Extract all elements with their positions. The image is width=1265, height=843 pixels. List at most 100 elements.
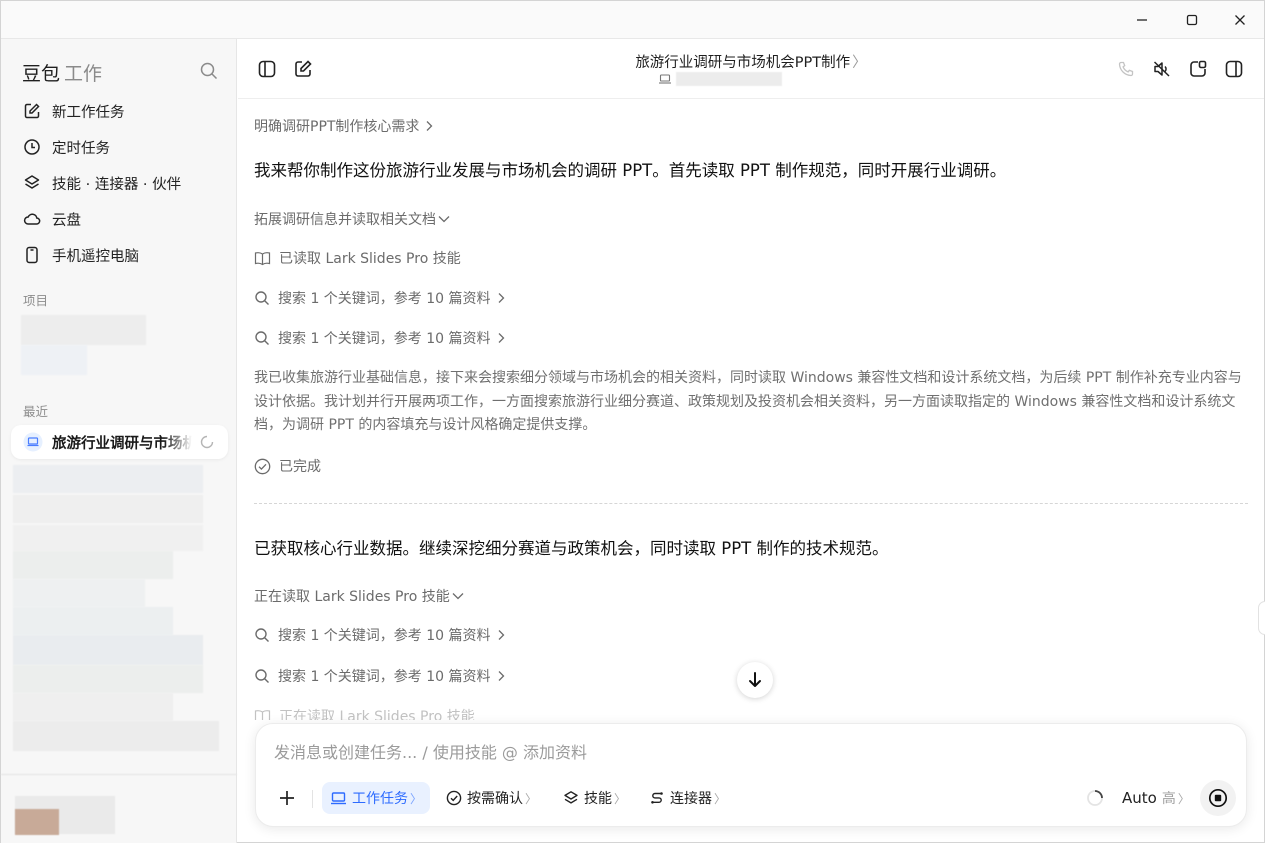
group-title-text: 拓展调研信息并读取相关文档	[254, 212, 436, 228]
brand-name: 豆包	[22, 63, 61, 85]
chevron-right-icon: 〉	[1177, 791, 1190, 806]
recent-item-active[interactable]: 旅游行业调研与市场机会PPT制作	[11, 425, 228, 459]
group-header[interactable]: 拓展调研信息并读取相关文档	[254, 209, 459, 229]
search-icon	[255, 291, 269, 305]
assistant-message: 我来帮你制作这份旅游行业发展与市场机会的调研 PPT。首先读取 PPT 制作规范…	[254, 161, 1007, 180]
blurred-project[interactable]	[21, 345, 87, 375]
blurred-recent[interactable]	[13, 635, 203, 665]
work-task-button[interactable]: 工作任务〉	[322, 782, 431, 814]
sidebar-item-skills[interactable]: 技能 · 连接器 · 伙伴	[13, 167, 225, 199]
layers-icon	[24, 175, 40, 189]
model-level: 高	[1161, 791, 1176, 807]
minimize-icon[interactable]	[1129, 8, 1155, 32]
sidebar-item-label: 手机遥控电脑	[52, 248, 139, 265]
search-icon	[255, 628, 269, 642]
search-text: 搜索 1 个关键词，参考 10 篇资料	[278, 291, 491, 307]
connector-icon	[651, 792, 663, 804]
chevron-down-icon	[452, 593, 464, 600]
sidebar-item-label: 定时任务	[52, 140, 110, 157]
connectors-button[interactable]: 连接器〉	[641, 782, 734, 814]
mute-icon[interactable]	[1151, 58, 1173, 80]
layers-icon	[564, 791, 578, 804]
scroll-to-bottom-button[interactable]	[737, 662, 773, 698]
read-skill-row[interactable]: 已读取 Lark Slides Pro 技能	[254, 248, 461, 268]
laptop-icon	[331, 791, 346, 804]
sidebar-item-label: 技能 · 连接器 · 伙伴	[52, 176, 182, 193]
sidebar-item-new-task[interactable]: 新工作任务	[13, 95, 225, 127]
laptop-icon	[659, 74, 671, 84]
confirm-label: 按需确认	[467, 791, 523, 807]
model-label: Auto	[1122, 789, 1157, 807]
model-select[interactable]: Auto 高〉	[1114, 782, 1198, 814]
chevron-right-icon: 〉	[714, 791, 727, 806]
maximize-icon[interactable]	[1179, 8, 1205, 32]
chat-content: 明确调研PPT制作核心需求 我来帮你制作这份旅游行业发展与市场机会的调研 PPT…	[238, 100, 1264, 720]
confirm-mode-button[interactable]: 按需确认〉	[438, 782, 545, 814]
phone-call-icon[interactable]	[1115, 58, 1137, 80]
arrow-down-icon	[749, 672, 761, 687]
group-title-text: 正在读取 Lark Slides Pro 技能	[254, 589, 450, 605]
search-icon	[255, 331, 269, 345]
chevron-right-icon: 〉	[410, 791, 423, 806]
blurred-recent[interactable]	[13, 495, 203, 523]
stop-button[interactable]	[1200, 780, 1236, 816]
sidebar: 豆包 工作 新工作任务 定时任务 技能 · 连接器 · 伙伴 云盘 手机遥控电脑 …	[1, 39, 237, 843]
step-title-text: 明确调研PPT制作核心需求	[254, 119, 420, 135]
chevron-right-icon	[498, 630, 504, 640]
loading-indicator	[1078, 782, 1112, 814]
book-icon	[254, 251, 271, 265]
cloud-icon	[23, 213, 41, 225]
add-attachment-button[interactable]	[270, 782, 304, 814]
reasoning-paragraph: 我已收集旅游行业基础信息，接下来会搜索细分领域与市场机会的相关资料，同时读取 W…	[254, 370, 1242, 433]
chevron-right-icon: 〉	[525, 791, 538, 806]
sidebar-item-cloud[interactable]: 云盘	[13, 203, 225, 235]
blurred-recent[interactable]	[13, 579, 145, 607]
search-row[interactable]: 搜索 1 个关键词，参考 10 篇资料	[254, 288, 516, 308]
check-circle-icon	[254, 458, 271, 474]
toolbar-divider	[312, 790, 313, 808]
chevron-right-icon	[498, 293, 504, 303]
group-header[interactable]: 正在读取 Lark Slides Pro 技能	[254, 586, 473, 606]
blurred-recent[interactable]	[13, 607, 173, 635]
phone-icon	[26, 246, 38, 264]
skills-button[interactable]: 技能〉	[555, 782, 634, 814]
search-row[interactable]: 搜索 1 个关键词，参考 10 篇资料	[254, 666, 516, 686]
search-row[interactable]: 搜索 1 个关键词，参考 10 篇资料	[254, 625, 516, 645]
panel-toggle-icon[interactable]	[1223, 58, 1245, 80]
blurred-recent[interactable]	[13, 693, 173, 721]
blurred-recent[interactable]	[13, 525, 203, 551]
blurred-recent[interactable]	[13, 665, 203, 693]
in-progress-row: 正在读取 Lark Slides Pro 技能	[254, 706, 475, 720]
blurred-recent[interactable]	[13, 551, 173, 579]
sidebar-item-remote[interactable]: 手机遥控电脑	[13, 239, 225, 271]
message-input[interactable]	[274, 738, 1214, 766]
chevron-right-icon: 〉	[614, 791, 627, 806]
conversation-title: 旅游行业调研与市场机会PPT制作	[635, 55, 851, 71]
side-handle[interactable]	[1258, 601, 1265, 635]
recent-label: 最近	[23, 404, 49, 419]
page-title[interactable]: 旅游行业调研与市场机会PPT制作〉	[238, 51, 1264, 72]
search-icon[interactable]	[199, 61, 221, 83]
search-text: 搜索 1 个关键词，参考 10 篇资料	[278, 331, 491, 347]
search-text: 搜索 1 个关键词，参考 10 篇资料	[278, 669, 491, 685]
section-divider	[254, 503, 1248, 504]
blurred-recent[interactable]	[13, 721, 219, 751]
assistant-message: 已获取核心行业数据。继续深挖细分赛道与政策机会，同时读取 PPT 制作的技术规范…	[254, 539, 889, 558]
share-window-icon[interactable]	[1187, 58, 1209, 80]
avatar[interactable]	[15, 809, 59, 835]
chevron-right-icon	[426, 121, 433, 131]
blurred-recent[interactable]	[13, 465, 203, 493]
chevron-right-icon	[498, 333, 504, 343]
close-icon[interactable]	[1227, 8, 1253, 32]
done-text: 已完成	[279, 459, 321, 475]
sidebar-item-label: 新工作任务	[52, 104, 125, 121]
blurred-project[interactable]	[21, 315, 146, 345]
edit-icon	[24, 103, 40, 119]
plus-icon	[280, 791, 294, 805]
step-title[interactable]: 明确调研PPT制作核心需求	[254, 116, 444, 136]
chevron-right-icon: 〉	[852, 55, 867, 71]
stop-icon	[1208, 788, 1228, 808]
sidebar-item-scheduled[interactable]: 定时任务	[13, 131, 225, 163]
search-row[interactable]: 搜索 1 个关键词，参考 10 篇资料	[254, 328, 516, 348]
done-status: 已完成	[254, 456, 321, 476]
